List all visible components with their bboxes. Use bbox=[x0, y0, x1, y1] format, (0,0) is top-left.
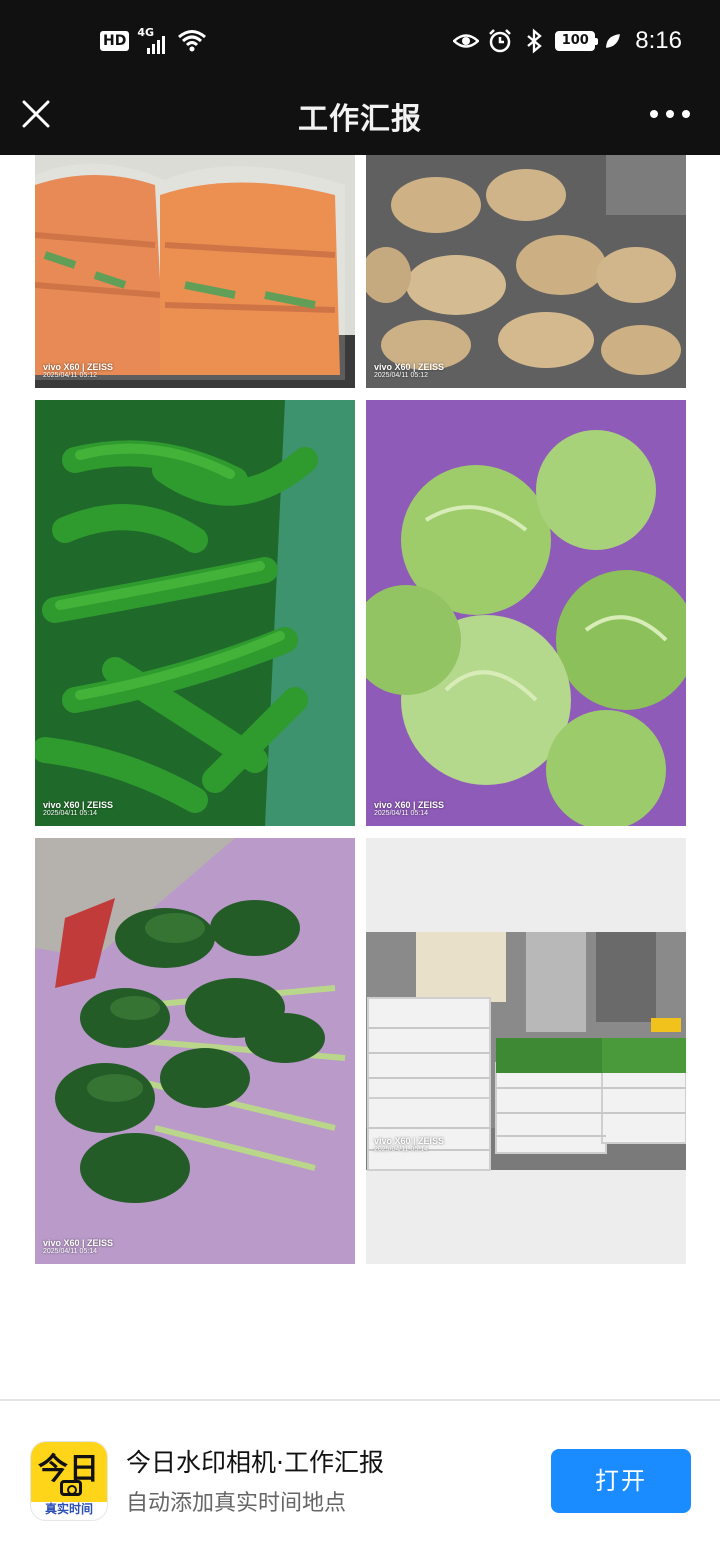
status-bar: HD 4G 100 8:16 bbox=[0, 0, 720, 82]
page-title: 工作汇报 bbox=[298, 102, 422, 137]
crates-image bbox=[366, 838, 686, 1264]
wifi-icon bbox=[178, 30, 207, 52]
watermark-date: 2025/04/11 05:14 bbox=[374, 1145, 428, 1153]
app-icon[interactable]: 今日 真实时间 bbox=[30, 1441, 108, 1521]
watermark-date: 2025/04/11 05:14 bbox=[374, 809, 428, 817]
leaf-icon bbox=[606, 34, 621, 48]
watermark-date: 2025/04/11 05:12 bbox=[43, 371, 97, 379]
cabbage-image bbox=[366, 400, 686, 826]
photo-potatoes[interactable]: vivo X60 | ZEISS 2025/04/11 05:12 bbox=[366, 155, 686, 388]
watermark-brand: vivo X60 | ZEISS bbox=[43, 799, 114, 810]
alarm-icon bbox=[489, 29, 512, 53]
watermark: vivo X60 | ZEISS 2025/04/11 05:12 bbox=[43, 362, 113, 380]
watermark-date: 2025/04/11 05:14 bbox=[43, 809, 97, 817]
clock: 8:16 bbox=[635, 27, 682, 54]
spinach-image bbox=[35, 838, 355, 1264]
app-name: 今日水印相机·工作汇报 bbox=[126, 1448, 384, 1477]
watermark-brand: vivo X60 | ZEISS bbox=[43, 1237, 114, 1248]
watermark: vivo X60 | ZEISS 2025/04/11 05:14 bbox=[43, 800, 113, 818]
photo-carrots[interactable]: vivo X60 | ZEISS 2025/04/11 05:12 bbox=[35, 155, 355, 388]
potatoes-image bbox=[366, 155, 686, 388]
watermark-brand: vivo X60 | ZEISS bbox=[374, 361, 445, 372]
status-left: HD 4G bbox=[100, 26, 207, 56]
hd-icon: HD bbox=[100, 31, 130, 51]
camera-icon bbox=[60, 1480, 82, 1496]
app-description: 自动添加真实时间地点 bbox=[126, 1491, 347, 1516]
watermark: vivo X60 | ZEISS 2025/04/11 05:14 bbox=[374, 1136, 444, 1154]
app-icon-subtitle: 真实时间 bbox=[44, 1502, 93, 1516]
watermark-date: 2025/04/11 05:12 bbox=[374, 371, 428, 379]
signal-icon: 4G bbox=[137, 26, 169, 54]
carrots-image bbox=[35, 155, 355, 388]
watermark: vivo X60 | ZEISS 2025/04/11 05:14 bbox=[374, 800, 444, 818]
nav-bar: 工作汇报 bbox=[0, 82, 720, 155]
battery-icon: 100 bbox=[555, 31, 599, 51]
watermark-brand: vivo X60 | ZEISS bbox=[374, 1135, 445, 1146]
bluetooth-icon bbox=[527, 28, 543, 54]
battery-level: 100 bbox=[561, 33, 589, 48]
watermark-brand: vivo X60 | ZEISS bbox=[43, 361, 114, 372]
app-promo-banner[interactable]: 今日 真实时间 今日水印相机·工作汇报 自动添加真实时间地点 打开 bbox=[0, 1401, 720, 1560]
photo-vegetable-crates[interactable]: vivo X60 | ZEISS 2025/04/11 05:14 bbox=[366, 838, 686, 1264]
photo-cabbage[interactable]: vivo X60 | ZEISS 2025/04/11 05:14 bbox=[366, 400, 686, 826]
status-right: 100 8:16 bbox=[453, 24, 682, 58]
peppers-image bbox=[35, 400, 355, 826]
watermark-date: 2025/04/11 05:14 bbox=[43, 1247, 97, 1255]
more-icon[interactable] bbox=[650, 108, 690, 120]
watermark: vivo X60 | ZEISS 2025/04/11 05:12 bbox=[374, 362, 444, 380]
photo-green-peppers[interactable]: vivo X60 | ZEISS 2025/04/11 05:14 bbox=[35, 400, 355, 826]
watermark-brand: vivo X60 | ZEISS bbox=[374, 799, 445, 810]
eye-icon bbox=[453, 34, 480, 48]
watermark: vivo X60 | ZEISS 2025/04/11 05:14 bbox=[43, 1238, 113, 1256]
open-button[interactable]: 打开 bbox=[551, 1449, 691, 1513]
photo-spinach[interactable]: vivo X60 | ZEISS 2025/04/11 05:14 bbox=[35, 838, 355, 1264]
